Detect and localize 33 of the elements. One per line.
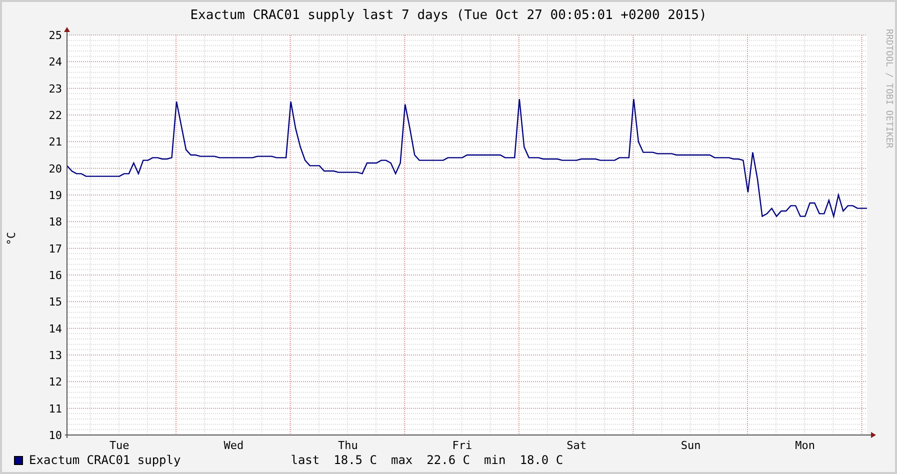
y-tick-label: 12 xyxy=(48,376,62,389)
x-tick-label: Sun xyxy=(680,439,701,451)
stat-value: 18.5 C xyxy=(334,452,377,469)
x-tick-label: Wed xyxy=(224,439,244,451)
y-tick-label: 17 xyxy=(48,242,62,256)
y-tick-label: 24 xyxy=(48,56,62,69)
credit-text: RRDTOOL / TOBI OETIKER xyxy=(882,29,894,148)
y-tick-label: 16 xyxy=(48,269,62,282)
x-tick-label: Mon xyxy=(795,439,816,451)
x-tick-label: Fri xyxy=(452,439,472,451)
y-tick-label: 11 xyxy=(48,402,62,416)
y-tick-label: 20 xyxy=(48,162,62,176)
legend-label: Exactum CRAC01 supply xyxy=(29,452,181,469)
stat-value: 22.6 C xyxy=(426,452,470,469)
x-tick-label: Tue xyxy=(109,439,130,451)
y-tick-label: 23 xyxy=(48,82,62,96)
y-tick-label: 15 xyxy=(48,296,62,309)
y-tick-label: 10 xyxy=(48,429,62,442)
y-tick-label: 13 xyxy=(48,349,62,362)
y-tick-label: 14 xyxy=(48,322,62,336)
y-tick-label: 21 xyxy=(48,136,62,149)
y-tick-label: 18 xyxy=(48,216,62,229)
stat-label: last xyxy=(290,452,320,469)
y-tick-label: 19 xyxy=(48,189,62,202)
stat-label: max xyxy=(390,452,413,469)
y-tick-label: 22 xyxy=(48,109,62,122)
x-tick-label: Thu xyxy=(338,439,358,451)
y-tick-label: 25 xyxy=(48,29,62,42)
x-tick-label: Sat xyxy=(566,439,586,451)
y-axis-label: °C xyxy=(4,232,19,246)
stat-label: min xyxy=(484,452,506,469)
stat-value: 18.0 C xyxy=(520,452,564,469)
chart-title: Exactum CRAC01 supply last 7 days (Tue Oct 27 00:05:01 +0200 2015) xyxy=(190,6,707,25)
